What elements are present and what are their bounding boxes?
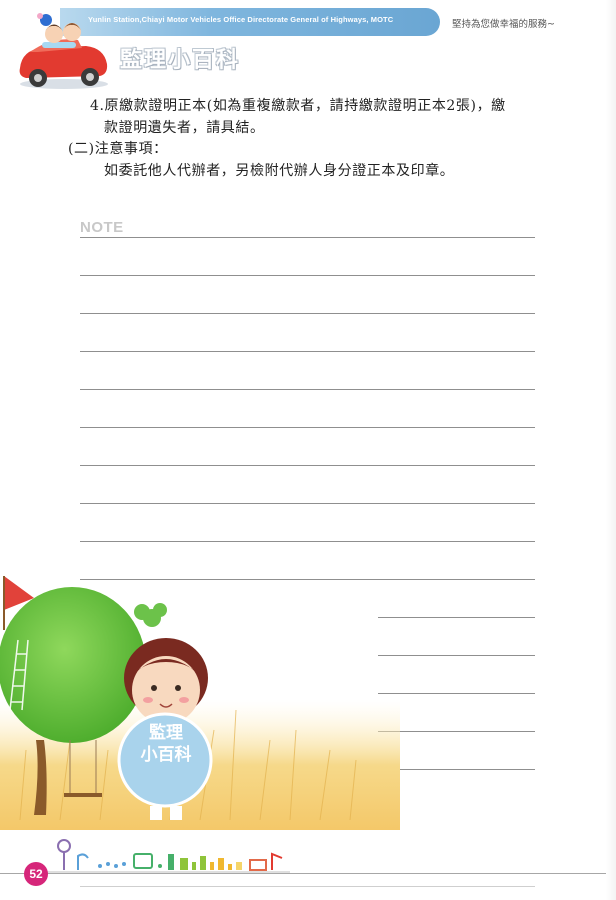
- item-4-line-1: 4.原繳款證明正本(如為重複繳款者，請持繳款證明正本2張)，繳: [90, 98, 506, 114]
- section-title: 監理小百科: [120, 48, 241, 73]
- badge-line-2: 小百科: [140, 745, 192, 765]
- section-2-heading: (二)注意事項：: [68, 141, 168, 157]
- page-number: 52: [24, 862, 48, 886]
- note-rule: [378, 731, 535, 732]
- girl-tree-illustration: [0, 576, 400, 830]
- note-rule: [80, 465, 535, 466]
- note-label: NOTE: [80, 219, 124, 236]
- header-slogan: 堅持為您做幸福的服務~: [452, 19, 555, 30]
- note-rule: [378, 769, 535, 770]
- car-logo-icon: [19, 13, 108, 89]
- footer-rule-secondary: [80, 886, 535, 887]
- page-edge-shadow: [606, 0, 616, 900]
- note-rule: [80, 503, 535, 504]
- item-4-line-2: 款證明遺失者，請具結。: [104, 120, 265, 136]
- footer-rule: [0, 873, 616, 874]
- note-rule: [378, 617, 535, 618]
- note-rule: [80, 427, 535, 428]
- note-rule: [80, 389, 535, 390]
- page: Yunlin Station,Chiayi Motor Vehicles Off…: [0, 0, 616, 900]
- section-2-body: 如委託他人代辦者，另檢附代辦人身分證正本及印章。: [104, 163, 455, 179]
- note-rule: [80, 351, 535, 352]
- note-rule: [378, 655, 535, 656]
- note-rule: [80, 541, 535, 542]
- header-english-line: Yunlin Station,Chiayi Motor Vehicles Off…: [88, 15, 394, 24]
- note-rule: [378, 693, 535, 694]
- note-rule: [80, 313, 535, 314]
- note-rule: [80, 237, 535, 238]
- note-rule: [80, 275, 535, 276]
